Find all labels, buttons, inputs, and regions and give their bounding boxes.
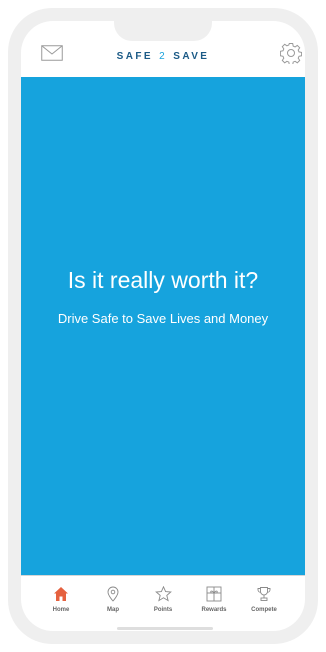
tab-points[interactable]: Points <box>135 586 191 613</box>
tab-rewards[interactable]: Rewards <box>186 586 242 613</box>
tab-points-label: Points <box>153 607 173 613</box>
star-icon <box>154 586 172 602</box>
map-pin-icon <box>107 586 119 602</box>
gift-icon <box>206 586 222 602</box>
brand-save: SAVE <box>173 51 210 62</box>
tab-compete-label: Compete <box>251 607 277 613</box>
tab-home[interactable]: Home <box>33 586 89 613</box>
trophy-icon <box>257 587 271 601</box>
home-icon <box>54 587 68 601</box>
brand-logo: SAFE 2 SAVE <box>21 51 305 62</box>
gear-icon[interactable] <box>279 42 303 66</box>
home-indicator <box>117 627 213 630</box>
tab-map-label: Map <box>107 607 119 613</box>
app-screen: SAFE 2 SAVE Is it really worth it? Drive… <box>21 21 305 631</box>
hero-title: Is it really worth it? <box>67 267 259 293</box>
hero-subtitle: Drive Safe to Save Lives and Money <box>57 311 269 326</box>
tab-map[interactable]: Map <box>85 586 141 613</box>
tab-compete[interactable]: Compete <box>236 586 292 613</box>
phone-notch <box>114 21 212 41</box>
bottom-tab-bar: Home Map Points Rewards Compete <box>21 575 305 631</box>
brand-safe: SAFE <box>116 51 153 62</box>
hero-banner: Is it really worth it? Drive Safe to Sav… <box>21 77 305 575</box>
tab-rewards-label: Rewards <box>201 607 227 613</box>
brand-two: 2 <box>159 51 168 62</box>
tab-home-label: Home <box>52 607 70 613</box>
